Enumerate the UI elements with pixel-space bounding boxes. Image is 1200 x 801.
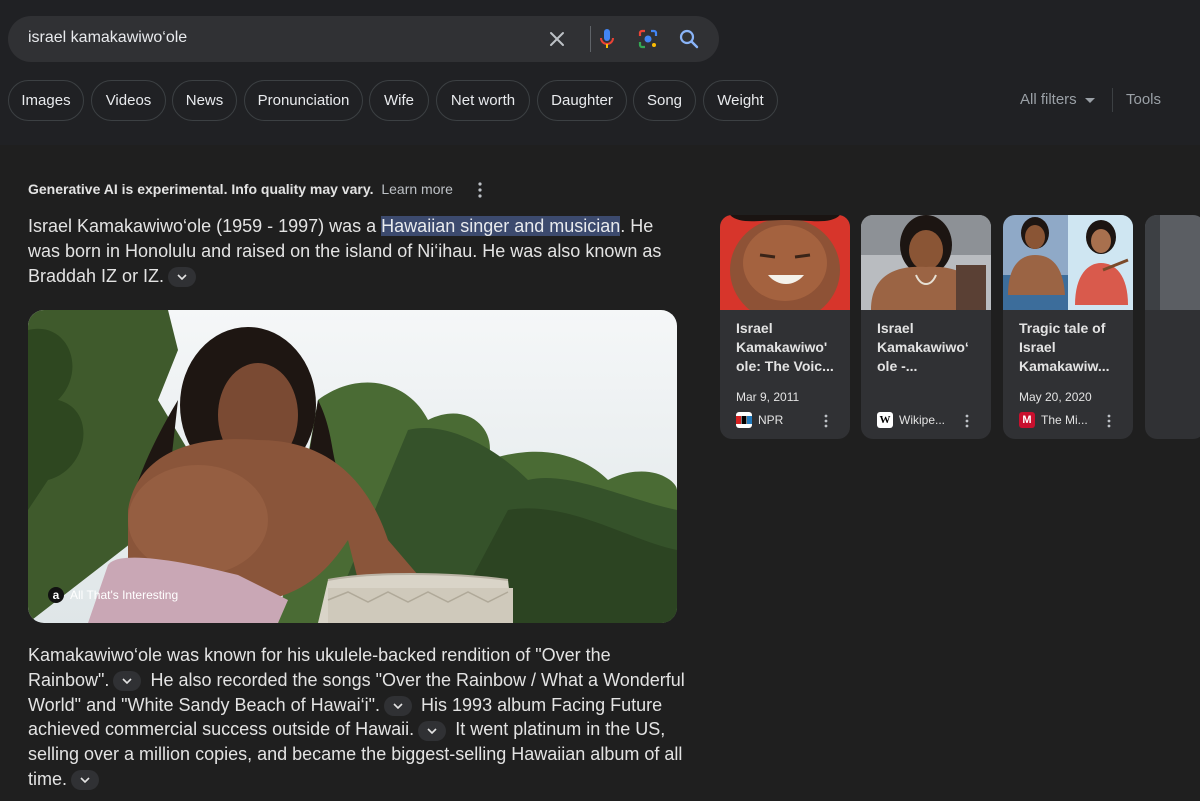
- source-card-partial[interactable]: [1145, 215, 1200, 439]
- expand-chevron-icon[interactable]: [71, 770, 100, 791]
- card-source: M The Mi...: [1019, 412, 1088, 428]
- person-photo: [28, 310, 677, 623]
- tools-button[interactable]: Tools: [1126, 91, 1161, 108]
- expand-chevron-icon[interactable]: [113, 671, 142, 692]
- chip-wife[interactable]: Wife: [369, 80, 429, 121]
- card-thumbnail: [720, 215, 850, 310]
- tools-divider: [1112, 88, 1113, 112]
- chip-daughter[interactable]: Daughter: [537, 80, 627, 121]
- chip-weight[interactable]: Weight: [703, 80, 778, 121]
- chip-song[interactable]: Song: [633, 80, 696, 121]
- card-source-label: Wikipe...: [899, 413, 946, 427]
- card-date: Mar 9, 2011: [736, 390, 800, 404]
- source-card[interactable]: Israel Kamakawiwoʻ ole -... W Wikipe...: [861, 215, 991, 439]
- more-options-icon[interactable]: [961, 413, 973, 429]
- chip-net-worth[interactable]: Net worth: [436, 80, 530, 121]
- summary-highlight: Hawaiian singer and musician: [381, 216, 621, 236]
- clear-icon[interactable]: [543, 25, 571, 53]
- card-source: NPR: [736, 412, 783, 428]
- ai-summary-paragraph: Israel Kamakawiwo‘ole (1959 - 1997) was …: [28, 214, 688, 288]
- search-divider: [590, 26, 591, 52]
- caret-down-icon: [1084, 91, 1095, 108]
- m-favicon-icon: M: [1019, 412, 1035, 428]
- card-source-label: NPR: [758, 413, 784, 427]
- source-card[interactable]: Israel Kamakawiwo' ole: The Voic... Mar …: [720, 215, 850, 439]
- search-box[interactable]: israel kamakawiwo‘ole: [8, 16, 719, 62]
- card-thumbnail: [1145, 215, 1200, 310]
- image-source[interactable]: a All That's Interesting: [48, 587, 178, 603]
- more-options-icon[interactable]: [820, 413, 832, 429]
- card-thumbnail: [1003, 215, 1133, 310]
- image-source-label: All That's Interesting: [70, 588, 179, 602]
- ai-notice: Generative AI is experimental. Info qual…: [28, 181, 453, 197]
- expand-chevron-icon[interactable]: [384, 695, 413, 716]
- ai-notice-text: Generative AI is experimental. Info qual…: [28, 181, 374, 197]
- wikipedia-favicon-icon: W: [877, 412, 893, 428]
- npr-favicon-icon: [736, 412, 752, 428]
- card-thumbnail: [861, 215, 991, 310]
- more-options-icon[interactable]: [1103, 413, 1115, 429]
- chip-pronunciation[interactable]: Pronunciation: [244, 80, 363, 121]
- card-title: Tragic tale of Israel Kamakawiw...: [1019, 320, 1110, 374]
- card-source: W Wikipe...: [877, 412, 945, 428]
- lens-icon[interactable]: [634, 25, 662, 53]
- chip-videos[interactable]: Videos: [91, 80, 166, 121]
- chip-news[interactable]: News: [172, 80, 237, 121]
- all-filters-label: All filters: [1020, 91, 1077, 108]
- search-icon[interactable]: [675, 25, 703, 53]
- ai-details-paragraph: Kamakawiwo‘ole was known for his ukulele…: [28, 643, 688, 792]
- card-title: Israel Kamakawiwo' ole: The Voic...: [736, 320, 834, 374]
- card-title: Israel Kamakawiwoʻ ole -...: [877, 320, 969, 374]
- source-logo-icon: a: [48, 587, 64, 603]
- card-source-label: The Mi...: [1041, 413, 1088, 427]
- ai-main-image[interactable]: a All That's Interesting: [28, 310, 677, 623]
- expand-chevron-icon[interactable]: [418, 720, 447, 741]
- mic-icon[interactable]: [593, 25, 621, 53]
- source-card[interactable]: Tragic tale of Israel Kamakawiw... May 2…: [1003, 215, 1133, 439]
- more-options-icon[interactable]: [472, 181, 488, 199]
- expand-chevron-icon[interactable]: [168, 266, 197, 287]
- card-date: May 20, 2020: [1019, 390, 1092, 404]
- header: israel kamakawiwo‘ole Images Videos News…: [0, 0, 1200, 145]
- all-filters-button[interactable]: All filters: [1020, 91, 1095, 108]
- chip-images[interactable]: Images: [8, 80, 84, 121]
- learn-more-link[interactable]: Learn more: [381, 181, 453, 197]
- summary-text: Israel Kamakawiwo‘ole (1959 - 1997) was …: [28, 216, 382, 236]
- search-input[interactable]: israel kamakawiwo‘ole: [28, 29, 187, 47]
